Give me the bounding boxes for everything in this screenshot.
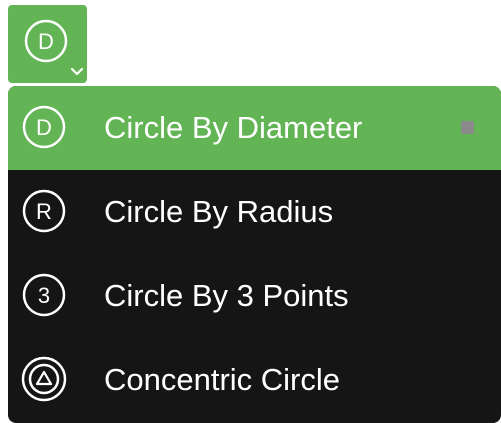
menu-item-label: Circle By Diameter [104, 110, 363, 145]
menu-item-circle-by-diameter[interactable]: D Circle By Diameter [8, 86, 501, 170]
svg-text:D: D [38, 29, 54, 54]
menu-item-circle-by-radius[interactable]: R Circle By Radius [8, 170, 501, 254]
menu-item-label: Circle By Radius [104, 194, 334, 229]
selected-indicator [461, 121, 474, 134]
svg-text:D: D [36, 115, 52, 140]
concentric-circle-icon [21, 356, 67, 402]
chevron-down-icon[interactable] [70, 67, 84, 77]
menu-item-concentric-circle[interactable]: Concentric Circle [8, 338, 501, 422]
circle-3-points-icon: 3 [22, 273, 66, 317]
circle-radius-icon: R [22, 189, 66, 233]
circle-diameter-icon: D [24, 19, 68, 63]
menu-item-label: Concentric Circle [104, 362, 341, 397]
svg-text:3: 3 [38, 283, 50, 308]
menu-item-label: Circle By 3 Points [104, 278, 349, 313]
circle-tool-button[interactable]: D [8, 5, 87, 83]
circle-tool-menu: D Circle By Diameter R Circle By Radius … [8, 86, 501, 423]
svg-text:R: R [36, 199, 52, 224]
circle-diameter-icon: D [22, 105, 66, 149]
menu-item-circle-by-3-points[interactable]: 3 Circle By 3 Points [8, 254, 501, 338]
